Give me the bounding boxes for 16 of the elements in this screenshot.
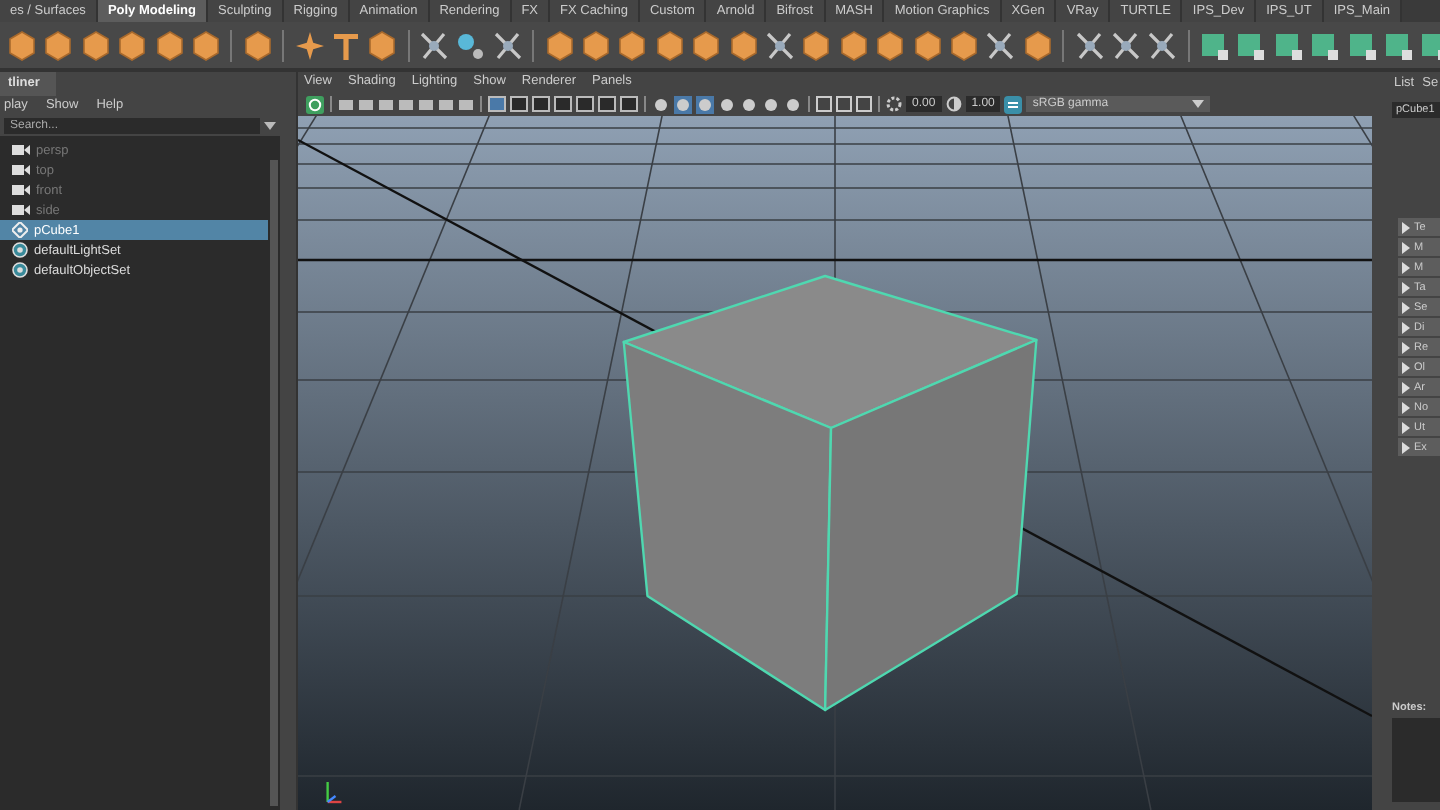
- star-icon[interactable]: [293, 29, 326, 61]
- sphere-icon[interactable]: [674, 95, 692, 113]
- caret-icon[interactable]: [264, 122, 276, 130]
- caret-icon: [1192, 100, 1205, 108]
- gear-icon[interactable]: [886, 96, 902, 112]
- sphere-icon[interactable]: [784, 95, 802, 113]
- t-shape-icon[interactable]: [329, 29, 362, 61]
- color-manage-icon[interactable]: [1004, 95, 1023, 113]
- sphere-icon[interactable]: [696, 95, 714, 113]
- dots-icon[interactable]: [454, 29, 487, 61]
- select-camera-icon[interactable]: [306, 95, 324, 113]
- sphere-icon[interactable]: [652, 95, 670, 113]
- half-circle-icon[interactable]: [945, 96, 962, 112]
- axis-icon: [326, 782, 342, 804]
- notes-field[interactable]: [1392, 718, 1440, 802]
- mesh-icon: [12, 222, 28, 238]
